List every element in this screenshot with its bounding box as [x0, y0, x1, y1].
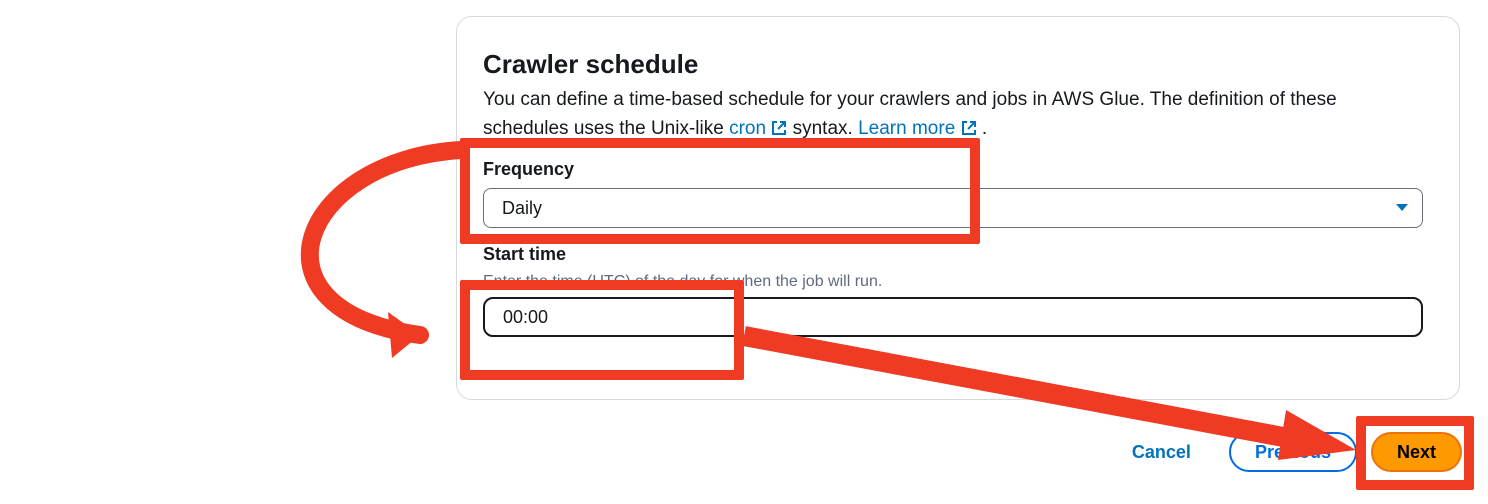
desc-text-mid: syntax. [793, 118, 858, 139]
annotation-arrow-frequency-to-start [260, 140, 470, 360]
cron-link[interactable]: cron [729, 118, 793, 139]
external-link-icon [771, 120, 787, 136]
previous-button[interactable]: Previous [1229, 432, 1357, 472]
frequency-label: Frequency [483, 159, 1423, 180]
external-link-icon [961, 120, 977, 136]
crawler-schedule-panel: Crawler schedule You can define a time-b… [456, 16, 1460, 400]
start-time-input[interactable] [483, 297, 1423, 337]
next-button[interactable]: Next [1371, 432, 1462, 472]
panel-description: You can define a time-based schedule for… [483, 86, 1423, 143]
start-time-field: Start time Enter the time (UTC) of the d… [483, 244, 1423, 337]
learn-more-link[interactable]: Learn more [858, 118, 982, 139]
panel-title: Crawler schedule [483, 49, 1423, 80]
start-time-label: Start time [483, 244, 1423, 265]
frequency-field: Frequency Daily [483, 159, 1423, 228]
start-time-help: Enter the time (UTC) of the day for when… [483, 273, 1423, 291]
chevron-down-icon [1395, 203, 1409, 213]
frequency-select[interactable]: Daily [483, 188, 1423, 228]
frequency-select-value: Daily [483, 188, 1423, 228]
desc-text-end: . [982, 118, 987, 139]
learn-more-label: Learn more [858, 118, 955, 139]
footer-buttons: Cancel Previous Next [1108, 432, 1462, 472]
cancel-button[interactable]: Cancel [1108, 432, 1215, 472]
cron-link-label: cron [729, 118, 766, 139]
